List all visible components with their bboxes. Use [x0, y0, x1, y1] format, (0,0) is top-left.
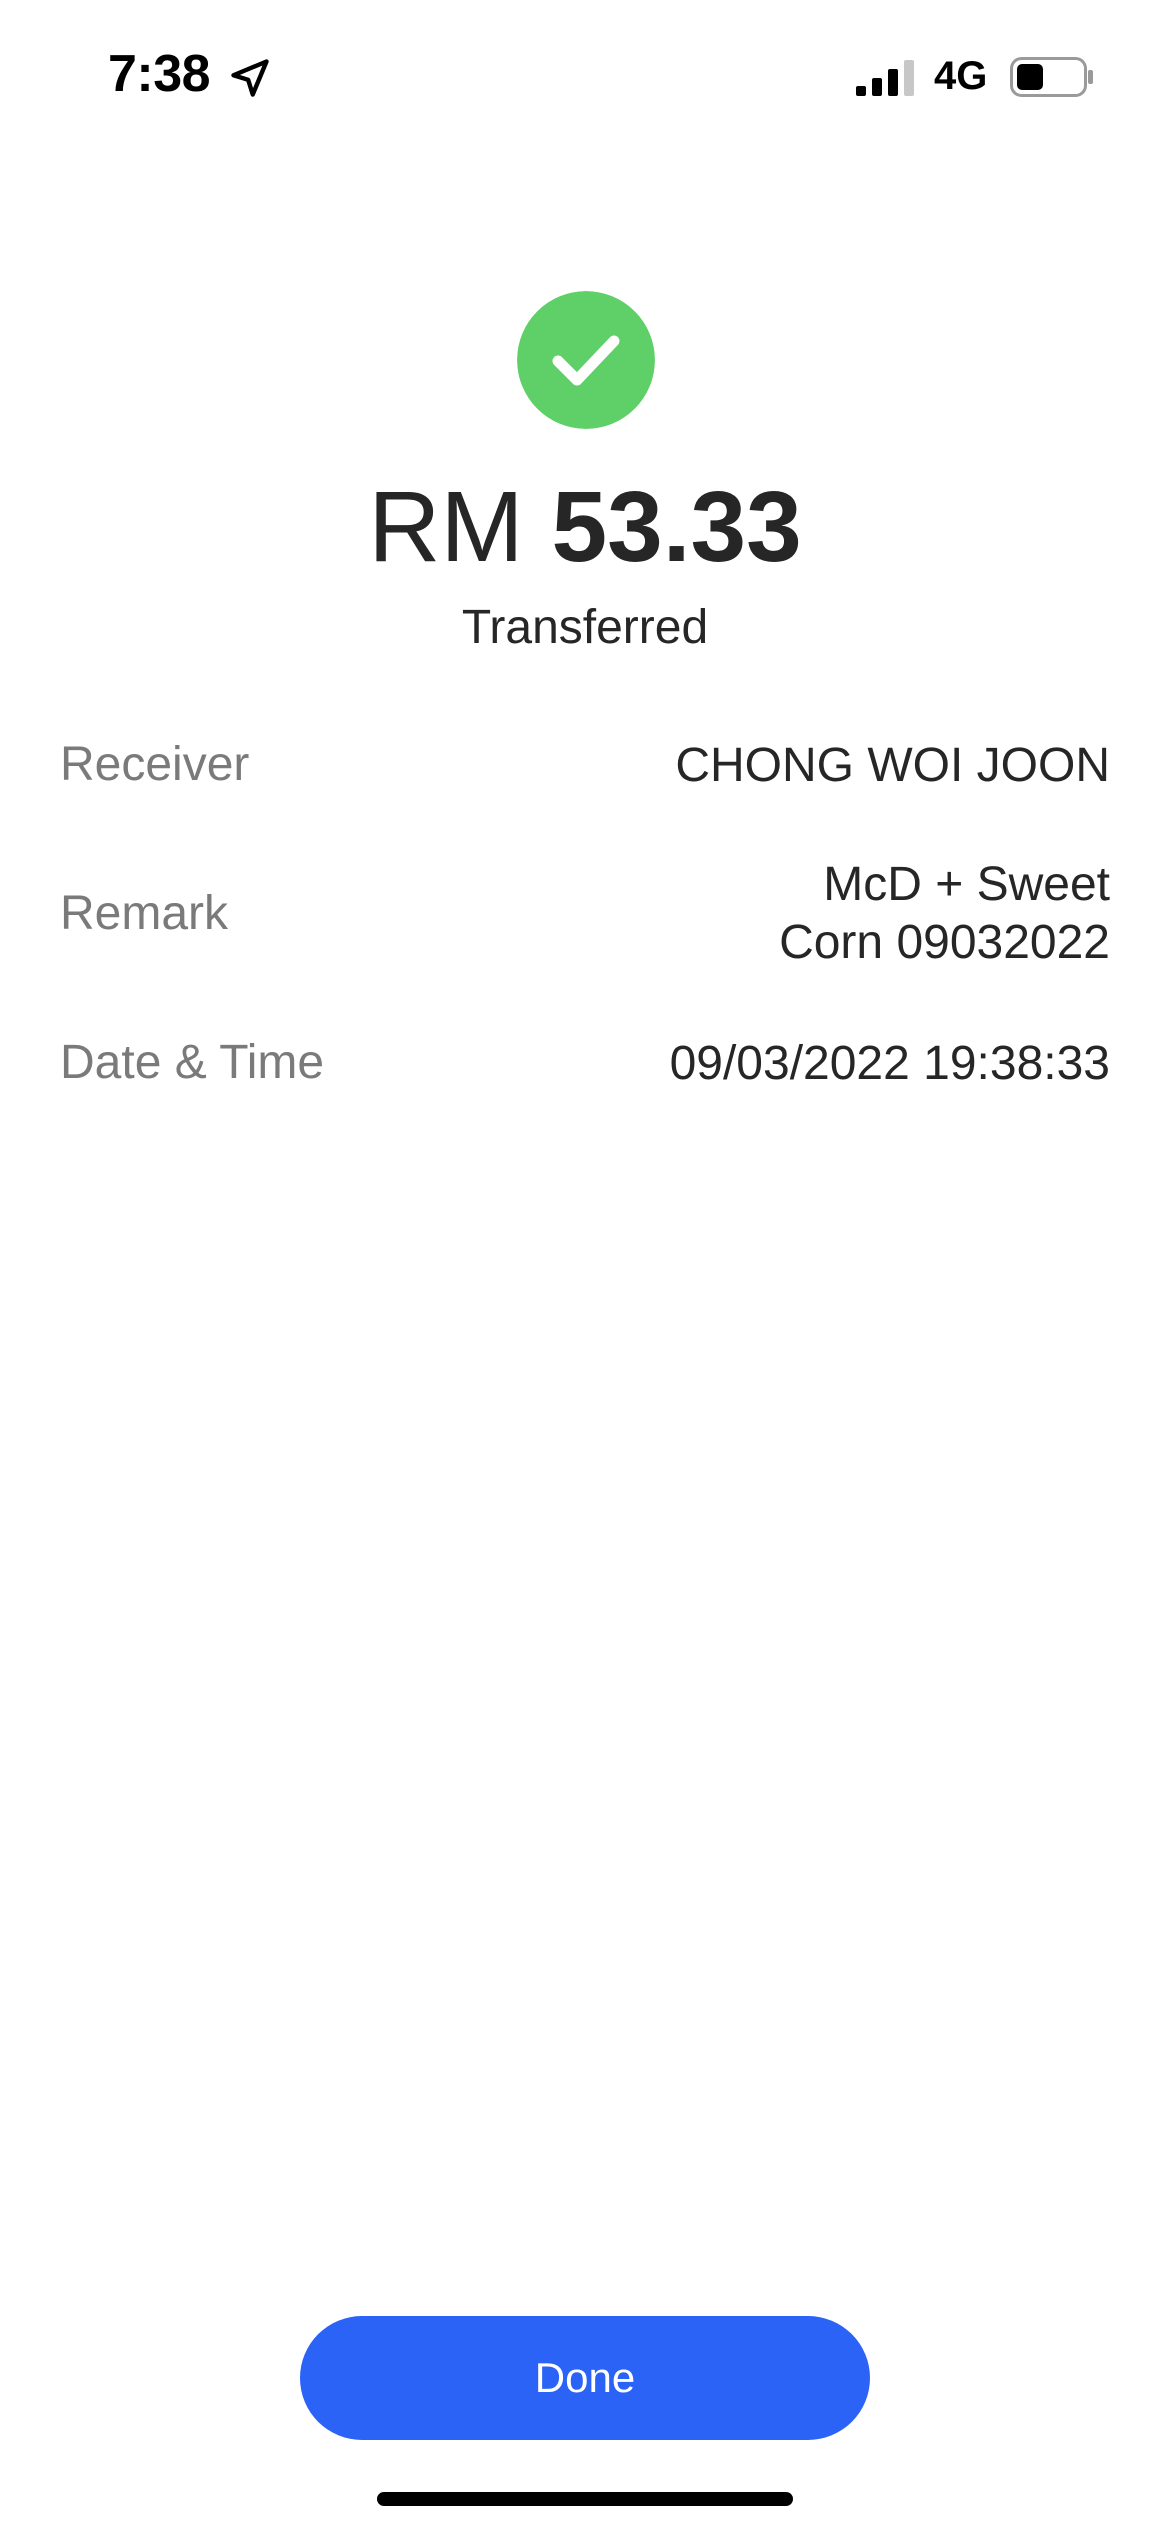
location-arrow-icon	[231, 59, 269, 97]
remark-line-2: Corn 09032022	[779, 916, 1110, 969]
done-button[interactable]: Done	[300, 2316, 870, 2440]
status-time: 7:38	[108, 45, 211, 103]
home-indicator[interactable]	[377, 2492, 793, 2506]
amount-currency: RM	[368, 471, 524, 583]
transfer-amount: RM 53.33	[0, 462, 1170, 592]
remark-label: Remark	[60, 887, 229, 940]
receiver-value: CHONG WOI JOON	[675, 739, 1110, 792]
remark-value: McD + Sweet Corn 09032022	[779, 856, 1110, 972]
amount-value: 53.33	[551, 471, 802, 583]
datetime-value: 09/03/2022 19:38:33	[669, 1037, 1110, 1090]
transfer-status: Transferred	[461, 601, 709, 654]
status-bar: 7:38 4G	[0, 0, 1170, 150]
receiver-label: Receiver	[60, 738, 250, 791]
network-type: 4G	[934, 54, 988, 98]
cellular-signal-icon	[856, 60, 914, 96]
datetime-label: Date & Time	[60, 1036, 325, 1089]
remark-line-1: McD + Sweet	[823, 858, 1110, 911]
checkmark-circle-icon	[517, 291, 655, 429]
battery-icon	[1010, 57, 1093, 97]
